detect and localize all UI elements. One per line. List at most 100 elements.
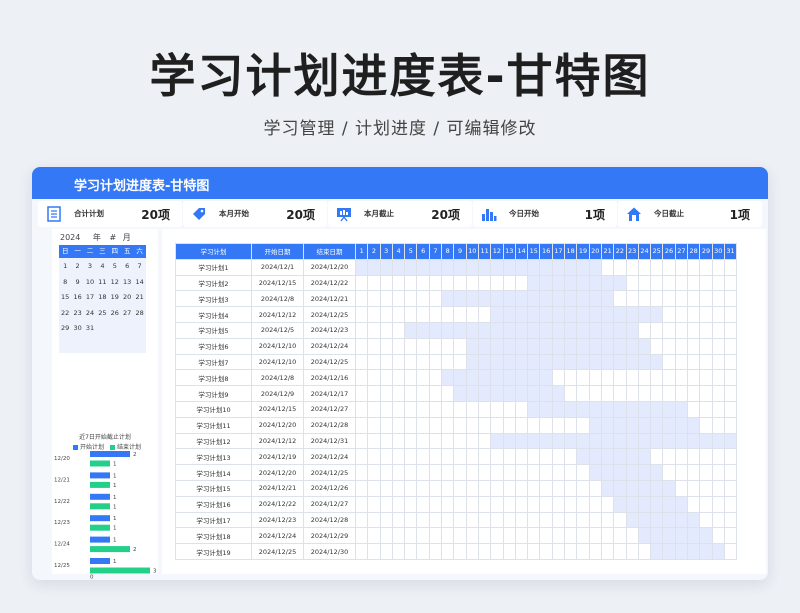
calendar-day[interactable]: 29	[59, 322, 71, 335]
calendar-day[interactable]: 4	[96, 260, 108, 273]
cell-end[interactable]: 2024/12/30	[303, 543, 356, 560]
table-row[interactable]: 学习计划11 2024/12/20 2024/12/28	[175, 416, 738, 434]
cell-end[interactable]: 2024/12/26	[303, 479, 356, 497]
calendar-day[interactable]: 1	[59, 260, 71, 273]
cell-end[interactable]: 2024/12/27	[303, 400, 356, 418]
calendar-day[interactable]: 19	[109, 291, 121, 304]
table-row[interactable]: 学习计划12 2024/12/12 2024/12/31	[175, 432, 738, 450]
cell-name[interactable]: 学习计划13	[175, 448, 252, 466]
cell-name[interactable]: 学习计划4	[175, 306, 252, 323]
cell-start[interactable]: 2024/12/8	[251, 290, 304, 308]
cell-name[interactable]: 学习计划19	[175, 543, 252, 560]
table-row[interactable]: 学习计划14 2024/12/20 2024/12/25	[175, 464, 738, 481]
cell-end[interactable]: 2024/12/24	[303, 337, 356, 355]
cell-name[interactable]: 学习计划11	[175, 416, 252, 434]
calendar-day[interactable]: 10	[84, 276, 96, 289]
cell-start[interactable]: 2024/12/25	[251, 543, 304, 560]
cell-start[interactable]: 2024/12/10	[251, 353, 304, 371]
calendar-day[interactable]: 30	[71, 322, 83, 335]
cell-end[interactable]: 2024/12/25	[303, 353, 356, 371]
calendar-day[interactable]: 20	[121, 291, 133, 304]
cell-start[interactable]: 2024/12/15	[251, 274, 304, 292]
calendar-month[interactable]: #	[109, 233, 116, 242]
table-row[interactable]: 学习计划7 2024/12/10 2024/12/25	[175, 353, 738, 371]
table-row[interactable]: 学习计划17 2024/12/23 2024/12/28	[175, 511, 738, 529]
cell-name[interactable]: 学习计划5	[175, 321, 252, 339]
cell-start[interactable]: 2024/12/12	[251, 306, 304, 323]
cell-name[interactable]: 学习计划17	[175, 511, 252, 529]
calendar-day[interactable]: 25	[96, 307, 108, 320]
cell-name[interactable]: 学习计划9	[175, 385, 252, 402]
calendar-day[interactable]: 27	[121, 307, 133, 320]
cell-start[interactable]: 2024/12/10	[251, 337, 304, 355]
cell-end[interactable]: 2024/12/21	[303, 290, 356, 308]
table-row[interactable]: 学习计划3 2024/12/8 2024/12/21	[175, 290, 738, 308]
calendar-year[interactable]: 2024	[60, 233, 80, 242]
calendar-day[interactable]: 2	[71, 260, 83, 273]
cell-end[interactable]: 2024/12/17	[303, 385, 356, 402]
calendar-day[interactable]: 23	[71, 307, 83, 320]
cell-end[interactable]: 2024/12/27	[303, 495, 356, 513]
cell-end[interactable]: 2024/12/24	[303, 448, 356, 466]
cell-end[interactable]: 2024/12/28	[303, 416, 356, 434]
table-row[interactable]: 学习计划5 2024/12/5 2024/12/23	[175, 321, 738, 339]
table-row[interactable]: 学习计划13 2024/12/19 2024/12/24	[175, 448, 738, 466]
calendar-day[interactable]: 7	[133, 260, 145, 273]
calendar-day[interactable]: 22	[59, 307, 71, 320]
table-row[interactable]: 学习计划18 2024/12/24 2024/12/29	[175, 527, 738, 545]
table-row[interactable]: 学习计划19 2024/12/25 2024/12/30	[175, 543, 738, 560]
calendar-day[interactable]: 8	[59, 276, 71, 289]
calendar-day[interactable]: 16	[71, 291, 83, 304]
cell-name[interactable]: 学习计划2	[175, 274, 252, 292]
table-row[interactable]: 学习计划4 2024/12/12 2024/12/25	[175, 306, 738, 323]
cell-end[interactable]: 2024/12/20	[303, 258, 356, 276]
cell-end[interactable]: 2024/12/25	[303, 464, 356, 481]
calendar-day[interactable]: 3	[84, 260, 96, 273]
calendar-day[interactable]: 24	[84, 307, 96, 320]
cell-start[interactable]: 2024/12/5	[251, 321, 304, 339]
cell-start[interactable]: 2024/12/12	[251, 432, 304, 450]
cell-name[interactable]: 学习计划12	[175, 432, 252, 450]
cell-start[interactable]: 2024/12/8	[251, 369, 304, 387]
cell-name[interactable]: 学习计划16	[175, 495, 252, 513]
calendar-day[interactable]: 31	[84, 322, 96, 335]
cell-name[interactable]: 学习计划3	[175, 290, 252, 308]
cell-name[interactable]: 学习计划18	[175, 527, 252, 545]
table-row[interactable]: 学习计划2 2024/12/15 2024/12/22	[175, 274, 738, 292]
cell-name[interactable]: 学习计划14	[175, 464, 252, 481]
cell-end[interactable]: 2024/12/28	[303, 511, 356, 529]
calendar-day[interactable]: 9	[71, 276, 83, 289]
cell-start[interactable]: 2024/12/15	[251, 400, 304, 418]
cell-start[interactable]: 2024/12/23	[251, 511, 304, 529]
table-row[interactable]: 学习计划8 2024/12/8 2024/12/16	[175, 369, 738, 387]
cell-name[interactable]: 学习计划10	[175, 400, 252, 418]
cell-name[interactable]: 学习计划1	[175, 258, 252, 276]
table-row[interactable]: 学习计划15 2024/12/21 2024/12/26	[175, 479, 738, 497]
cell-name[interactable]: 学习计划7	[175, 353, 252, 371]
calendar-day[interactable]: 5	[109, 260, 121, 273]
table-row[interactable]: 学习计划1 2024/12/1 2024/12/20	[175, 258, 738, 276]
calendar-day[interactable]: 14	[133, 276, 145, 289]
cell-start[interactable]: 2024/12/19	[251, 448, 304, 466]
cell-end[interactable]: 2024/12/29	[303, 527, 356, 545]
calendar-day[interactable]: 12	[109, 276, 121, 289]
calendar-day[interactable]: 6	[121, 260, 133, 273]
calendar-day[interactable]: 15	[59, 291, 71, 304]
cell-start[interactable]: 2024/12/24	[251, 527, 304, 545]
cell-start[interactable]: 2024/12/21	[251, 479, 304, 497]
cell-name[interactable]: 学习计划8	[175, 369, 252, 387]
calendar-day[interactable]: 18	[96, 291, 108, 304]
cell-start[interactable]: 2024/12/20	[251, 416, 304, 434]
cell-start[interactable]: 2024/12/20	[251, 464, 304, 481]
cell-end[interactable]: 2024/12/25	[303, 306, 356, 323]
calendar-day[interactable]: 28	[133, 307, 145, 320]
calendar-day[interactable]: 26	[109, 307, 121, 320]
calendar-day[interactable]: 21	[133, 291, 145, 304]
cell-end[interactable]: 2024/12/23	[303, 321, 356, 339]
cell-name[interactable]: 学习计划6	[175, 337, 252, 355]
calendar-day[interactable]: 17	[84, 291, 96, 304]
table-row[interactable]: 学习计划9 2024/12/9 2024/12/17	[175, 385, 738, 402]
cell-start[interactable]: 2024/12/1	[251, 258, 304, 276]
table-row[interactable]: 学习计划16 2024/12/22 2024/12/27	[175, 495, 738, 513]
cell-end[interactable]: 2024/12/31	[303, 432, 356, 450]
